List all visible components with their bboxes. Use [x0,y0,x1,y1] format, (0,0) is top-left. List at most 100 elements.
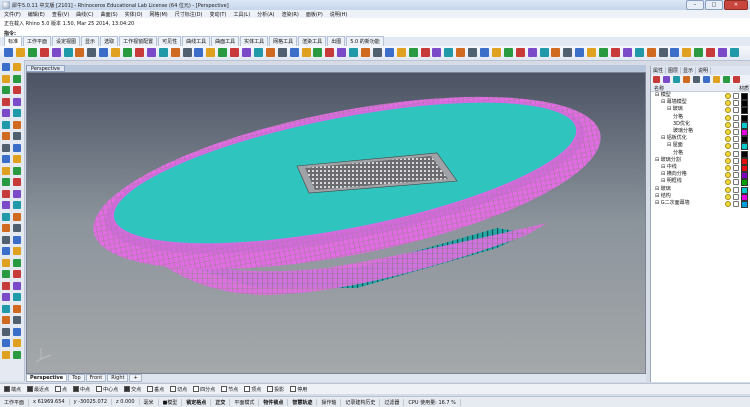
left-tool-icon[interactable] [13,109,21,117]
toolbar-tool-icon[interactable] [408,48,418,57]
toolbar-tool-icon[interactable] [313,48,323,57]
viewport-title[interactable]: Perspective [26,65,65,72]
osnap-option[interactable]: 点 [55,386,67,393]
toolbar-tool-icon[interactable] [396,48,406,57]
lightbulb-icon[interactable] [725,93,731,99]
lightbulb-icon[interactable] [725,179,731,186]
left-tool-icon[interactable] [13,189,21,198]
tab-set-view[interactable]: 设定视图 [52,36,81,46]
layer-row[interactable]: 分格 [651,114,750,122]
vp-tab-right[interactable]: Right [107,374,129,382]
left-tool-icon[interactable] [2,339,10,347]
status-grid-snap[interactable]: 锁定格点 [182,398,212,406]
toolbar-tool-icon[interactable] [182,48,192,57]
menu-solid[interactable]: 实体(O) [125,11,143,18]
menu-edit[interactable]: 编辑(E) [28,11,45,18]
layer-row[interactable]: ⊟ 明框线 [651,178,750,187]
layer-row[interactable]: 分格 [651,150,750,158]
toolbar-tool-icon[interactable] [729,48,739,57]
left-tool-icon[interactable] [2,281,10,290]
layer-row[interactable]: ⊟ 玻璃分割 [651,157,750,165]
lock-icon[interactable] [733,143,739,150]
toolbar-tool-icon[interactable] [468,48,478,57]
left-tool-icon[interactable] [13,270,21,278]
layer-tool-icon[interactable] [713,76,720,83]
toolbar-tool-icon[interactable] [432,48,442,57]
lock-icon[interactable] [733,114,739,121]
checkbox-icon[interactable] [147,386,154,392]
toolbar-tool-icon[interactable] [682,48,692,57]
left-tool-icon[interactable] [2,304,10,313]
tab-standard[interactable]: 标准 [4,36,23,46]
left-tool-icon[interactable] [2,166,10,175]
toolbar-tool-icon[interactable] [146,48,156,57]
left-tool-icon[interactable] [2,212,10,221]
toolbar-tool-icon[interactable] [15,48,25,57]
toolbar-tool-icon[interactable] [265,48,275,57]
lock-icon[interactable] [733,179,739,186]
checkbox-icon[interactable] [124,386,131,392]
close-button[interactable]: ✕ [724,0,748,10]
layer-tool-icon[interactable] [733,76,740,83]
layer-tool-icon[interactable] [683,76,690,83]
osnap-option[interactable]: 中点 [73,386,90,393]
layer-row[interactable]: ⊟ 模型 [651,92,750,100]
layer-tool-icon[interactable] [703,76,710,83]
lightbulb-icon[interactable] [725,136,731,143]
toolbar-tool-icon[interactable] [87,48,97,57]
layer-row[interactable]: ⊟ 结构 [651,193,750,201]
checkbox-icon[interactable] [27,386,34,392]
layer-row[interactable]: ⊟ 屋面 [651,142,750,151]
perspective-viewport[interactable] [26,72,646,374]
toolbar-tool-icon[interactable] [253,48,263,57]
left-tool-icon[interactable] [13,201,21,209]
layer-row[interactable]: ⊟ 铝板优化 [651,135,750,144]
lock-icon[interactable] [733,186,739,193]
tab-cplanes[interactable]: 工作平面 [23,36,52,46]
layer-tool-icon[interactable] [723,76,730,83]
left-tool-icon[interactable] [13,350,21,359]
lock-icon[interactable] [733,121,739,128]
toolbar-tool-icon[interactable] [563,48,573,57]
left-tool-icon[interactable] [13,316,21,324]
toolbar-tool-icon[interactable] [491,48,501,57]
left-tool-icon[interactable] [2,63,10,71]
status-gumball[interactable]: 操作轴 [317,398,342,406]
tab-solid-tools[interactable]: 实体工具 [240,36,269,46]
lightbulb-icon[interactable] [725,100,731,107]
toolbar-tool-icon[interactable] [372,48,382,57]
checkbox-icon[interactable] [193,386,200,392]
lock-icon[interactable] [733,107,739,114]
left-tool-icon[interactable] [2,270,10,278]
status-layer[interactable]: ■模型 [159,398,183,406]
osnap-option[interactable]: 端点 [4,386,21,393]
toolbar-tool-icon[interactable] [134,48,144,57]
toolbar-tool-icon[interactable] [444,48,454,57]
toolbar-tool-icon[interactable] [527,48,537,57]
osnap-option[interactable]: 切点 [170,386,187,393]
menu-panels[interactable]: 面板(P) [306,11,323,18]
lightbulb-icon[interactable] [725,157,731,164]
lightbulb-icon[interactable] [725,172,731,179]
lock-icon[interactable] [733,165,739,171]
left-tool-icon[interactable] [2,235,10,244]
checkbox-icon[interactable] [96,386,103,392]
left-tool-icon[interactable] [13,132,21,140]
layer-row[interactable]: ⊟ 玻璃 [651,186,750,194]
minimize-button[interactable]: – [686,0,704,10]
osnap-option[interactable]: 垂点 [147,386,164,393]
toolbar-tool-icon[interactable] [337,48,347,57]
osnap-option[interactable]: 交点 [124,386,141,393]
left-tool-icon[interactable] [2,258,10,267]
checkbox-icon[interactable] [55,386,62,392]
left-tool-icon[interactable] [13,327,21,336]
toolbar-tool-icon[interactable] [658,48,668,57]
toolbar-tool-icon[interactable] [27,48,37,57]
osnap-option[interactable]: 投影 [267,386,284,393]
status-smarttrack[interactable]: 智慧轨迹 [288,398,318,406]
left-tool-icon[interactable] [13,247,21,255]
lightbulb-icon[interactable] [725,143,731,150]
lightbulb-icon[interactable] [725,165,731,171]
toolbar-tool-icon[interactable] [610,48,620,57]
checkbox-icon[interactable] [4,386,10,392]
